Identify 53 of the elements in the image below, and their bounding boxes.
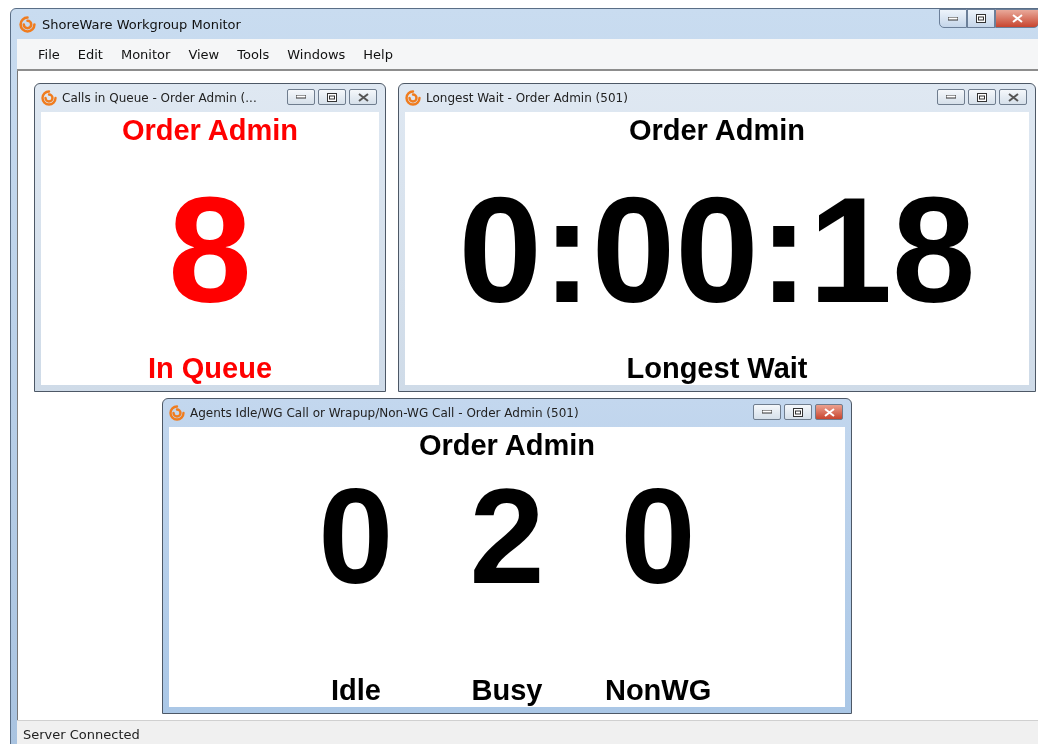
close-icon: [823, 407, 835, 417]
minimize-icon: [948, 16, 958, 21]
menu-item[interactable]: Windows: [278, 46, 355, 62]
minimize-button[interactable]: [939, 9, 967, 28]
window-title: ShoreWare Workgroup Monitor: [42, 16, 241, 32]
agent-label: NonWG: [604, 673, 712, 707]
close-icon: [1007, 92, 1019, 102]
minimize-button[interactable]: [287, 89, 315, 105]
close-icon: [357, 92, 369, 102]
window-title: Longest Wait - Order Admin (501): [426, 91, 628, 105]
logo-icon: [169, 405, 185, 421]
value-label: In Queue: [147, 351, 273, 385]
minimize-button[interactable]: [937, 89, 965, 105]
close-icon: [1011, 14, 1023, 23]
maximize-button[interactable]: [318, 89, 346, 105]
maximize-button[interactable]: [968, 89, 996, 105]
maximize-icon: [977, 92, 987, 102]
agent-label: Idle: [330, 673, 381, 707]
window-title: Calls in Queue - Order Admin (...: [62, 91, 257, 105]
close-button[interactable]: [999, 89, 1027, 105]
maximize-button[interactable]: [967, 9, 995, 28]
value-label: Longest Wait: [626, 351, 808, 385]
status-text: Server Connected: [23, 726, 140, 742]
menu-item[interactable]: Help: [354, 46, 402, 62]
maximize-button[interactable]: [784, 404, 812, 420]
maximize-icon: [976, 14, 986, 23]
logo-icon: [19, 15, 36, 33]
menu-item[interactable]: Tools: [228, 46, 279, 62]
window-title: Agents Idle/WG Call or Wrapup/Non-WG Call - Order Admin (501): [190, 406, 579, 420]
logo-icon: [41, 90, 57, 106]
menu-item[interactable]: File: [29, 46, 69, 62]
menu-item[interactable]: Monitor: [111, 46, 180, 62]
minimize-icon: [296, 95, 306, 99]
menu-item[interactable]: View: [179, 46, 229, 62]
big-value: 8: [168, 174, 252, 325]
maximize-icon: [793, 407, 803, 417]
agent-count: 0: [317, 469, 395, 604]
close-button[interactable]: [815, 404, 843, 420]
queue-heading: Order Admin: [628, 113, 806, 148]
minimize-icon: [946, 95, 956, 99]
minimize-icon: [762, 410, 772, 414]
queue-heading: Order Admin: [121, 113, 299, 148]
close-button[interactable]: [349, 89, 377, 105]
big-value: 0:00:18: [458, 174, 976, 325]
queue-heading: Order Admin: [418, 428, 596, 463]
logo-icon: [405, 90, 421, 106]
agent-label: Busy: [471, 673, 543, 707]
agent-count: 2: [468, 469, 546, 604]
agent-count: 0: [619, 469, 697, 604]
maximize-icon: [327, 92, 337, 102]
menu-item[interactable]: Edit: [68, 46, 112, 62]
close-button[interactable]: [995, 9, 1038, 28]
minimize-button[interactable]: [753, 404, 781, 420]
